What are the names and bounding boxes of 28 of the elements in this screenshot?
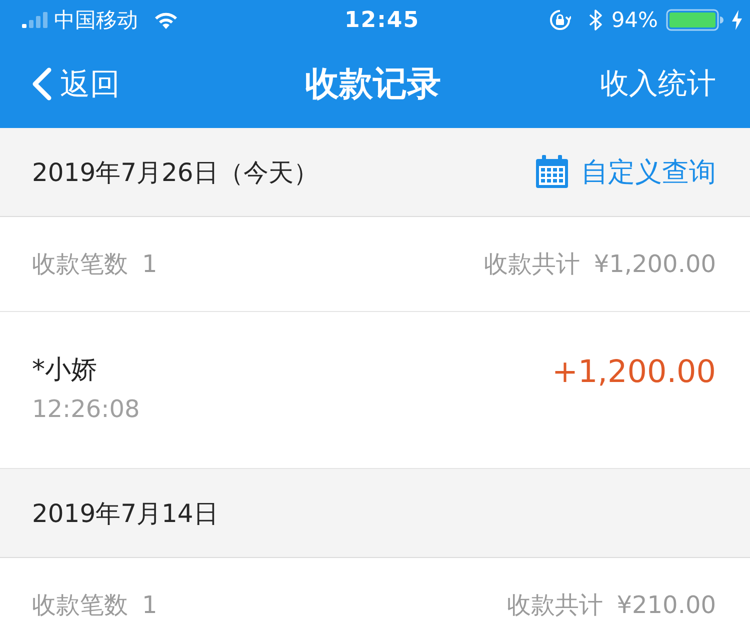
payer-name: *小娇: [32, 354, 98, 387]
transaction-amount: +1,200.00: [552, 354, 716, 390]
payment-count-label: 收款笔数: [32, 590, 128, 621]
payment-total: ¥210.00: [616, 591, 716, 619]
signal-icon: [22, 12, 48, 28]
custom-query-button[interactable]: 自定义查询: [535, 154, 716, 190]
payment-total-label: 收款共计: [506, 590, 603, 621]
payment-count: 1: [142, 250, 158, 278]
battery-percent: 94%: [611, 8, 658, 32]
transaction-time: 12:26:08: [32, 395, 140, 423]
charging-bolt-icon: [732, 10, 742, 30]
calendar-icon: [535, 155, 569, 189]
payment-total: ¥1,200.00: [594, 250, 716, 278]
battery-icon: [666, 9, 724, 31]
carrier-name: 中国移动: [54, 7, 138, 34]
payment-count-label: 收款笔数: [32, 249, 128, 280]
back-chevron-icon: [30, 67, 52, 101]
income-stats-button[interactable]: 收入统计: [600, 64, 716, 104]
payment-total-label: 收款共计: [484, 249, 580, 280]
wifi-icon: [154, 11, 178, 29]
page-title: 收款记录: [305, 63, 441, 106]
bluetooth-icon: [589, 9, 604, 31]
date-text: 2019年7月14日: [32, 498, 218, 530]
back-button[interactable]: 返回: [30, 64, 120, 104]
rotation-lock-icon: [549, 9, 572, 31]
payment-count: 1: [142, 591, 158, 619]
clock-time: 12:45: [344, 8, 420, 32]
date-text: 2019年7月26日（今天）: [32, 156, 318, 188]
